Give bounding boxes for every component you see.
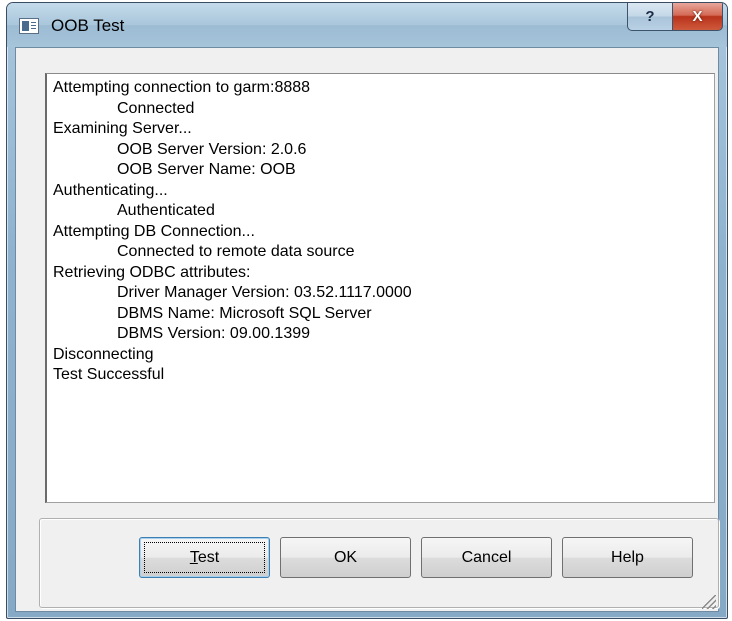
log-line: DBMS Name: Microsoft SQL Server [117,304,372,322]
dialog-client-area: Attempting connection to garm:8888 Connec… [15,47,719,612]
log-line: Authenticated [117,202,215,219]
log-line: Driver Manager Version: 03.52.1117.0000 [117,284,412,301]
resize-grip-icon[interactable] [702,595,716,609]
log-line: Connected [117,99,195,117]
log-line: Connected to remote data source [117,243,355,260]
oob-test-dialog: OOB Test ? X Attempting connection to ga… [6,2,728,619]
log-line: Attempting DB Connection... [53,222,255,240]
help-button[interactable]: Help [562,537,693,578]
log-line: DBMS Version: 09.00.1399 [117,325,311,342]
log-line: Disconnecting [53,345,154,363]
help-caption-button[interactable]: ? [627,3,673,31]
question-mark-icon: ? [645,8,655,25]
cancel-button[interactable]: Cancel [421,537,552,578]
help-button-label: Help [611,548,644,566]
log-line: Retrieving ODBC attributes: [53,263,251,281]
close-icon: X [692,8,703,25]
cancel-button-label: Cancel [461,548,512,566]
focus-rectangle [144,542,265,573]
ok-button-label: OK [333,548,358,566]
test-button[interactable]: Test [139,537,270,578]
log-line: Authenticating... [53,181,168,199]
test-output-log[interactable]: Attempting connection to garm:8888 Connec… [45,73,715,503]
close-button[interactable]: X [672,3,723,31]
log-line: Test Successful [53,366,165,383]
log-line: Examining Server... [53,120,192,137]
log-line: OOB Server Name: OOB [117,161,296,178]
window-title: OOB Test [51,16,125,35]
log-line: OOB Server Version: 2.0.6 [117,140,307,158]
app-window-icon [19,18,39,34]
title-bar[interactable]: OOB Test ? X [7,3,727,47]
ok-button[interactable]: OK [280,537,411,578]
log-line: Attempting connection to garm:8888 [53,79,311,96]
